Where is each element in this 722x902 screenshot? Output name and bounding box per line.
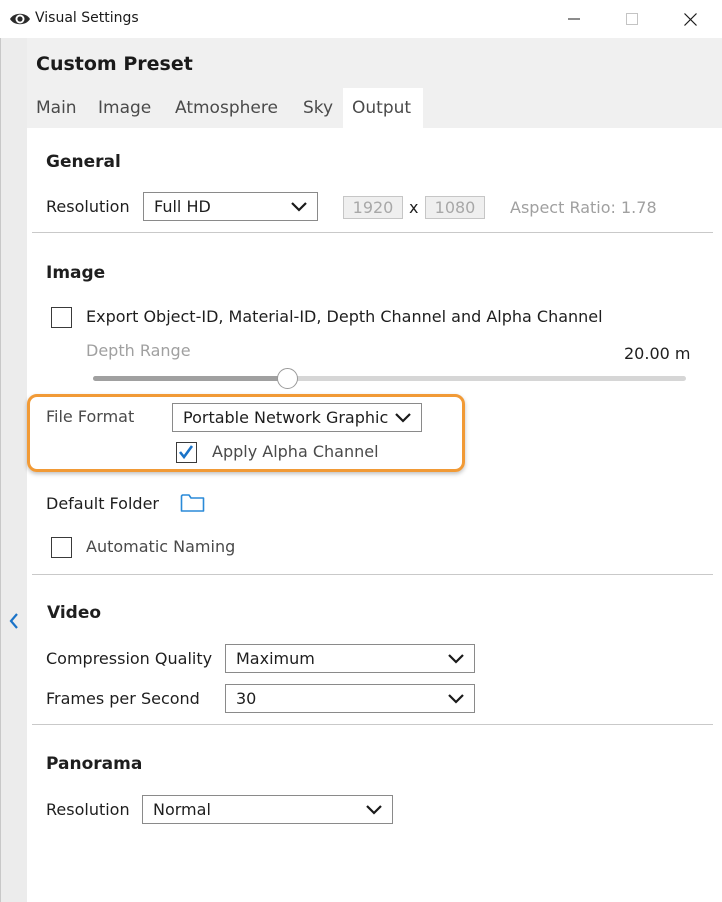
compression-quality-label: Compression Quality bbox=[46, 649, 213, 668]
preset-title: Custom Preset bbox=[36, 53, 193, 75]
maximize-button[interactable] bbox=[603, 0, 661, 38]
minimize-icon bbox=[568, 18, 580, 20]
general-resolution-value: Full HD bbox=[154, 197, 211, 216]
frames-per-second-value: 30 bbox=[236, 689, 257, 708]
depth-range-slider-thumb[interactable] bbox=[277, 368, 298, 389]
folder-icon[interactable] bbox=[180, 492, 205, 513]
divider bbox=[32, 574, 713, 575]
depth-range-label: Depth Range bbox=[86, 341, 191, 360]
depth-range-value: 20.00 m bbox=[624, 344, 691, 363]
preset-header: Custom Preset bbox=[27, 38, 722, 88]
chevron-down-icon bbox=[291, 202, 307, 212]
maximize-icon bbox=[626, 13, 638, 25]
output-settings-panel: General Resolution Full HD 1920 x 1080 A… bbox=[27, 128, 722, 902]
times-sign: x bbox=[409, 198, 419, 217]
aspect-ratio-label: Aspect Ratio: 1.78 bbox=[510, 198, 657, 217]
divider bbox=[32, 232, 713, 233]
export-channels-checkbox[interactable] bbox=[51, 307, 72, 328]
checkmark-icon bbox=[178, 445, 194, 460]
export-channels-label: Export Object-ID, Material-ID, Depth Cha… bbox=[86, 307, 603, 326]
panorama-resolution-dropdown[interactable]: Normal bbox=[142, 795, 393, 824]
tab-image[interactable]: Image bbox=[89, 88, 160, 128]
divider bbox=[32, 724, 713, 725]
chevron-down-icon bbox=[366, 805, 382, 815]
file-format-dropdown[interactable]: Portable Network Graphics bbox=[172, 403, 422, 432]
automatic-naming-checkbox[interactable] bbox=[51, 537, 72, 558]
minimize-button[interactable] bbox=[545, 0, 603, 38]
frames-per-second-dropdown[interactable]: 30 bbox=[225, 684, 475, 713]
window-title: Visual Settings bbox=[35, 10, 139, 26]
tab-sky[interactable]: Sky bbox=[294, 88, 342, 128]
apply-alpha-checkbox[interactable] bbox=[176, 442, 197, 463]
frames-per-second-label: Frames per Second bbox=[46, 689, 200, 708]
automatic-naming-label: Automatic Naming bbox=[86, 537, 236, 556]
depth-range-fill bbox=[93, 376, 286, 381]
apply-alpha-label: Apply Alpha Channel bbox=[212, 442, 379, 461]
close-button[interactable] bbox=[661, 0, 719, 38]
tab-output[interactable]: Output bbox=[343, 88, 423, 128]
title-bar: Visual Settings bbox=[0, 0, 722, 38]
general-resolution-dropdown[interactable]: Full HD bbox=[143, 192, 318, 221]
default-folder-label: Default Folder bbox=[46, 494, 159, 513]
file-format-label: File Format bbox=[46, 407, 135, 426]
tab-bar: Main Image Atmosphere Sky Output bbox=[27, 88, 722, 128]
general-resolution-label: Resolution bbox=[46, 197, 130, 216]
compression-quality-value: Maximum bbox=[236, 649, 315, 668]
resolution-height-field: 1080 bbox=[425, 196, 485, 219]
panorama-section-title: Panorama bbox=[46, 754, 143, 774]
resolution-width-field: 1920 bbox=[343, 196, 403, 219]
panorama-resolution-label: Resolution bbox=[46, 800, 130, 819]
chevron-down-icon bbox=[448, 694, 464, 704]
tab-main[interactable]: Main bbox=[27, 88, 86, 128]
chevron-left-icon[interactable] bbox=[7, 612, 21, 630]
video-section-title: Video bbox=[47, 603, 102, 623]
compression-quality-dropdown[interactable]: Maximum bbox=[225, 644, 475, 673]
panorama-resolution-value: Normal bbox=[153, 800, 211, 819]
chevron-down-icon bbox=[448, 654, 464, 664]
side-panel-strip bbox=[0, 38, 27, 902]
chevron-down-icon bbox=[395, 413, 411, 423]
close-icon bbox=[683, 12, 697, 26]
general-section-title: General bbox=[46, 152, 121, 172]
tab-atmosphere[interactable]: Atmosphere bbox=[166, 88, 287, 128]
image-section-title: Image bbox=[46, 263, 106, 283]
eye-icon bbox=[10, 13, 30, 25]
file-format-value: Portable Network Graphics bbox=[183, 408, 388, 427]
